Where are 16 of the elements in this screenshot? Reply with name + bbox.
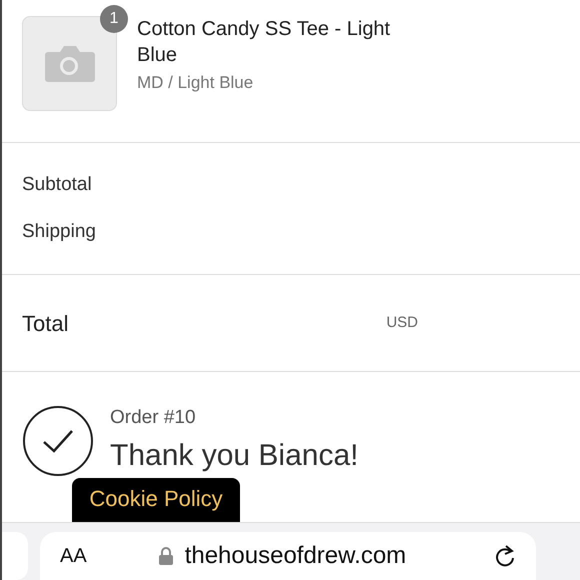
checkmark-circle-icon (22, 404, 94, 477)
summary-label: Shipping (22, 220, 97, 244)
order-number: Order #10 (110, 406, 197, 430)
thank-you-heading: Thank you Bianca! (110, 438, 358, 474)
product-variant: MD / Light Blue (137, 72, 254, 94)
camera-icon (44, 44, 96, 84)
total-label: Total (22, 310, 68, 338)
currency-label: USD (386, 312, 418, 333)
address-bar[interactable]: AA thehouseofdrew.com (40, 532, 536, 580)
reload-icon[interactable] (494, 544, 516, 568)
lock-icon (158, 547, 173, 565)
summary-label: Subtotal (22, 173, 93, 197)
url-text: thehouseofdrew.com (184, 541, 406, 571)
quantity-badge: 1 (100, 5, 128, 33)
text-size-button[interactable]: AA (60, 541, 87, 571)
product-name: Cotton Candy SS Tee - Light Blue (137, 17, 392, 68)
